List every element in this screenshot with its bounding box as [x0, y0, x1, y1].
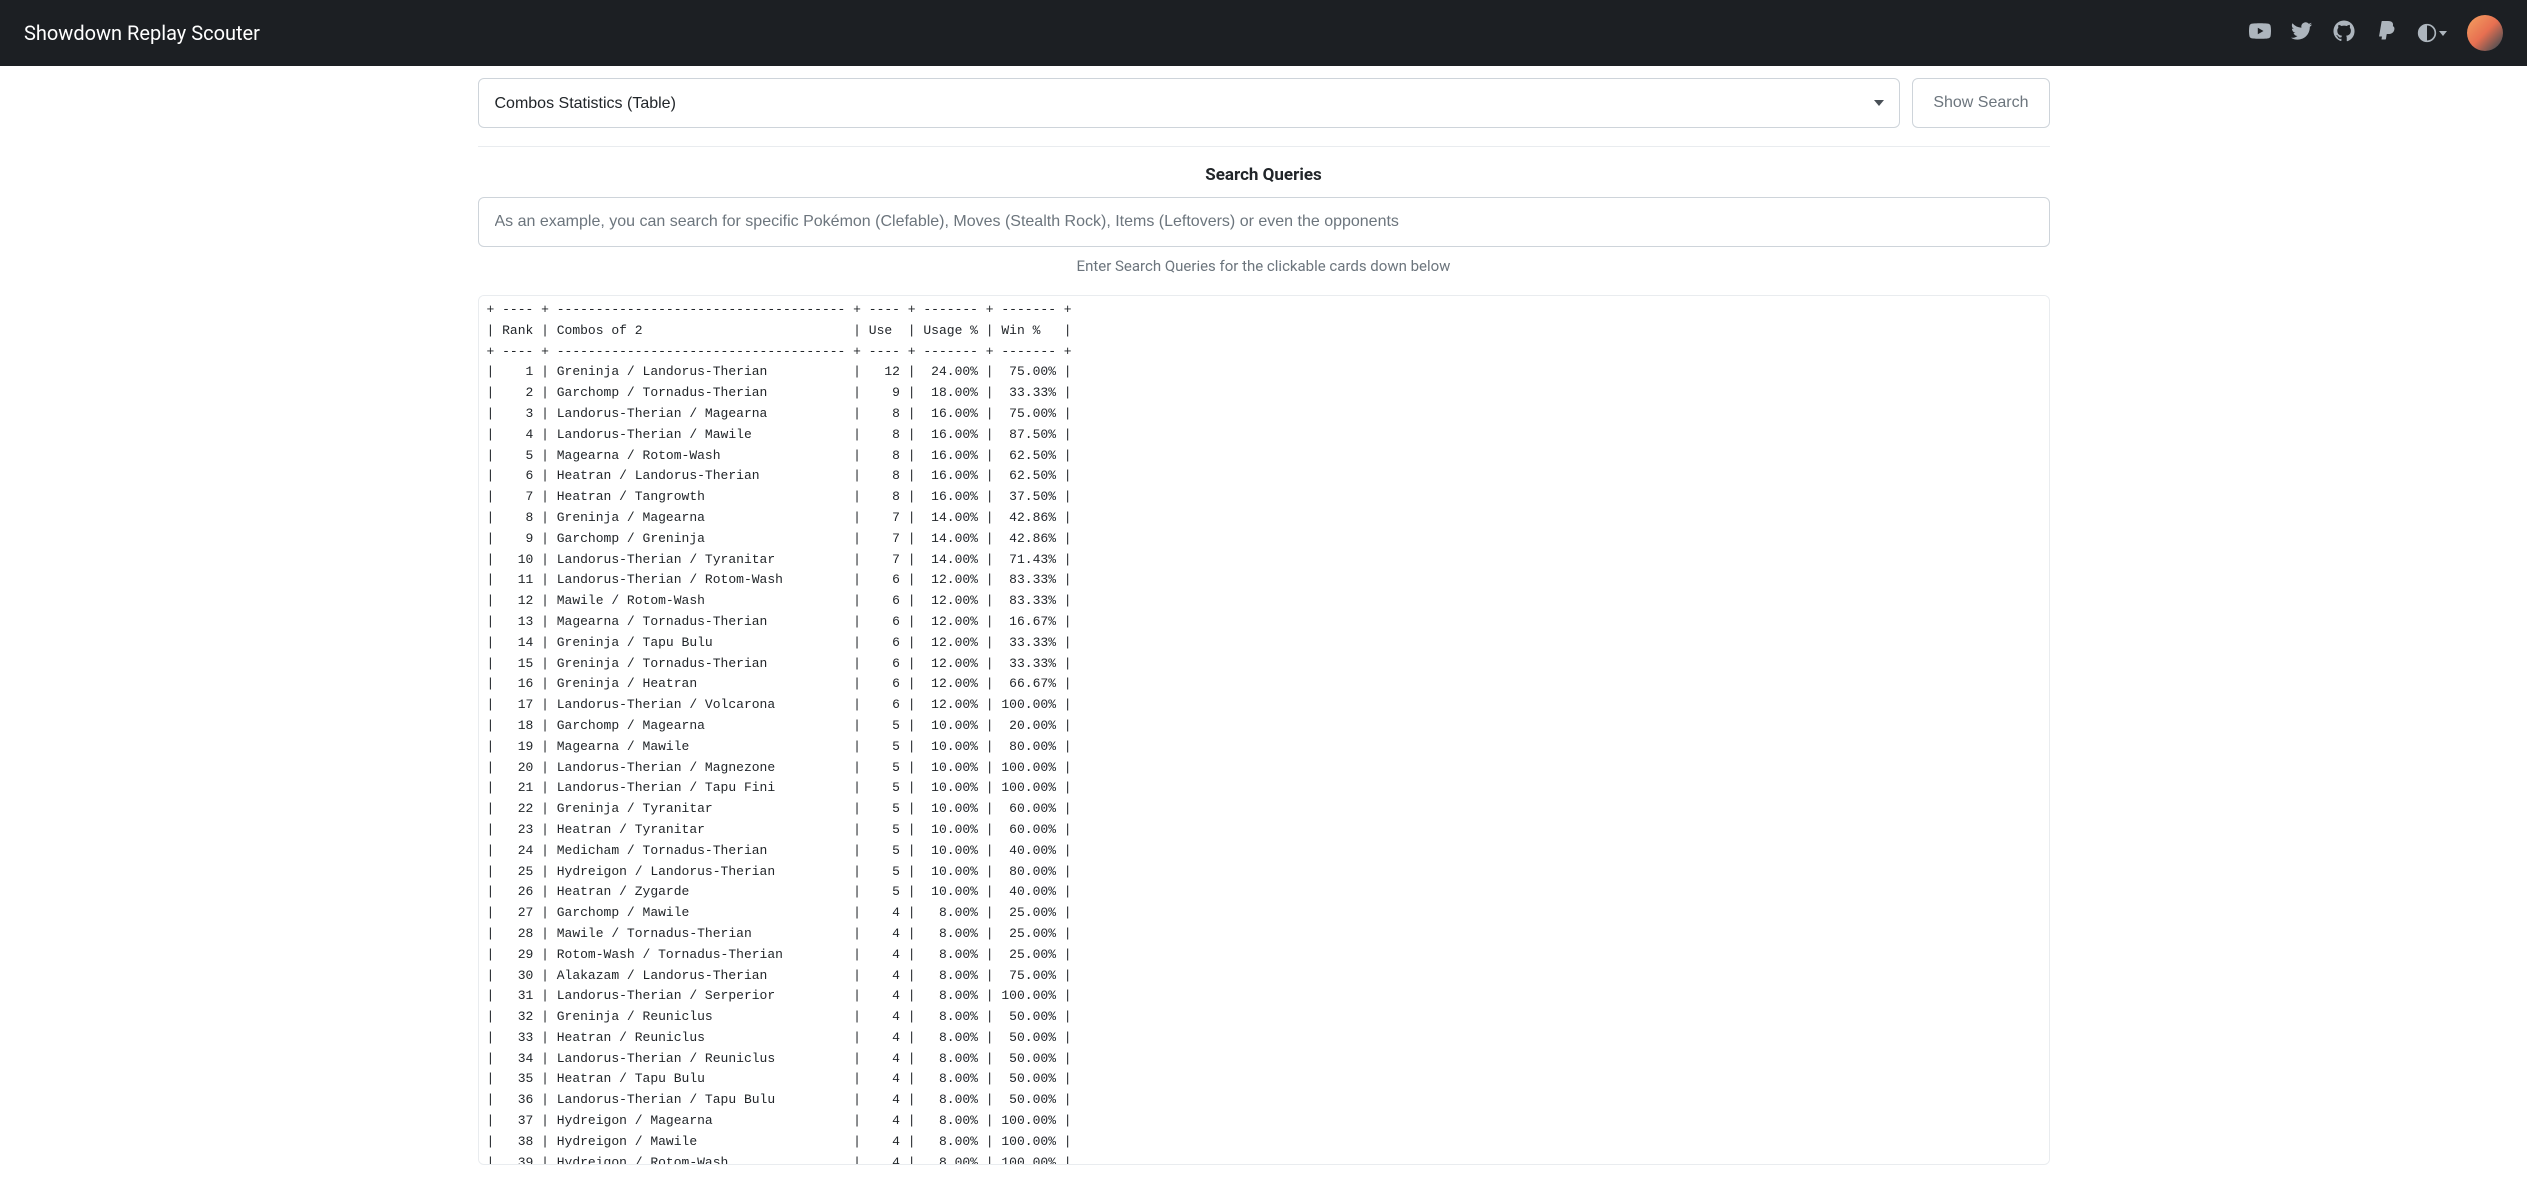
navbar-brand[interactable]: Showdown Replay Scouter [24, 21, 260, 45]
theme-toggle[interactable] [2417, 23, 2447, 43]
avatar[interactable] [2467, 15, 2503, 51]
main-container: Combos Statistics (Table) Show Search Se… [454, 66, 2074, 1177]
paypal-icon[interactable] [2375, 20, 2397, 46]
show-search-button[interactable]: Show Search [1912, 78, 2049, 128]
chevron-down-icon [2439, 31, 2447, 36]
search-section-title: Search Queries [478, 165, 2050, 185]
view-select-wrap: Combos Statistics (Table) [478, 78, 1901, 128]
navbar: Showdown Replay Scouter [0, 0, 2527, 66]
navbar-icons [2249, 15, 2503, 51]
divider [478, 146, 2050, 147]
github-icon[interactable] [2333, 20, 2355, 46]
stats-table: + ---- + -------------------------------… [487, 300, 2041, 1165]
twitter-icon[interactable] [2291, 20, 2313, 46]
view-select[interactable]: Combos Statistics (Table) [478, 78, 1901, 128]
top-row: Combos Statistics (Table) Show Search [478, 78, 2050, 128]
search-help-text: Enter Search Queries for the clickable c… [478, 257, 2050, 275]
youtube-icon[interactable] [2249, 20, 2271, 46]
search-input[interactable] [478, 197, 2050, 247]
stats-table-box[interactable]: + ---- + -------------------------------… [478, 295, 2050, 1165]
